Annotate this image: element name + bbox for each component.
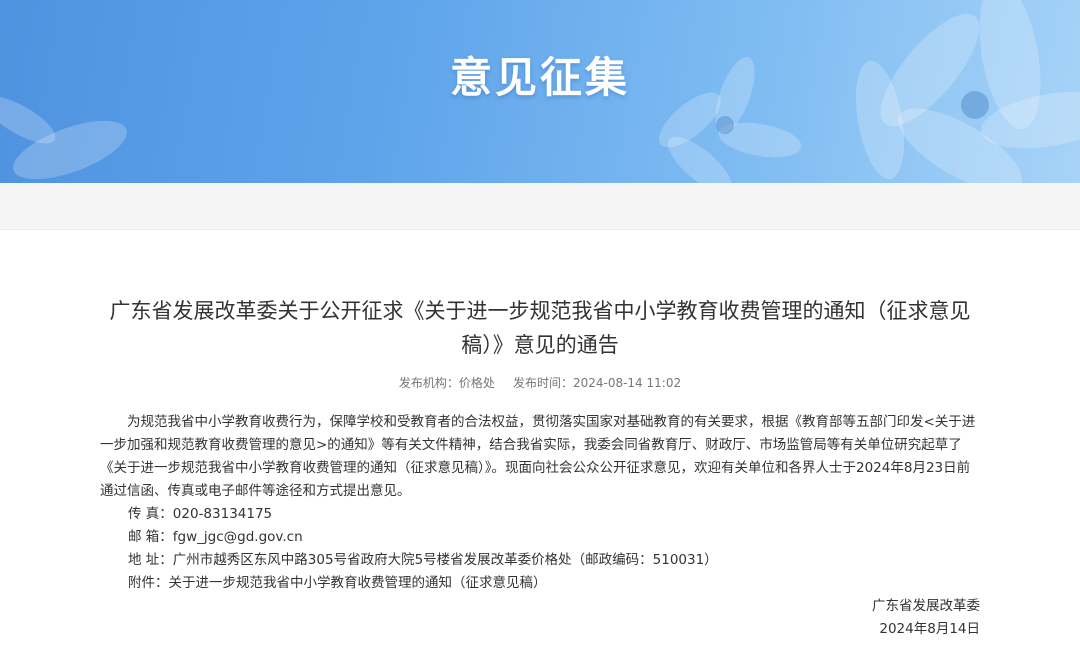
- article-body: 为规范我省中小学教育收费行为，保障学校和受教育者的合法权益，贯彻落实国家对基础教…: [100, 411, 980, 641]
- article-paragraph: 为规范我省中小学教育收费行为，保障学校和受教育者的合法权益，贯彻落实国家对基础教…: [100, 414, 976, 499]
- signature-org: 广东省发展改革委: [872, 598, 980, 614]
- article: 广东省发展改革委关于公开征求《关于进一步规范我省中小学教育收费管理的通知（征求意…: [100, 294, 980, 641]
- time-label: 发布时间：: [512, 376, 573, 390]
- signature: 广东省发展改革委 2024年8月14日: [100, 595, 980, 641]
- attachment-line[interactable]: 附件：关于进一步规范我省中小学教育收费管理的通知（征求意见稿）: [100, 572, 980, 595]
- banner: 意见征集: [0, 0, 1080, 183]
- breadcrumb-bar: [0, 183, 1080, 230]
- attachment-link[interactable]: 关于进一步规范我省中小学教育收费管理的通知（征求意见稿）: [169, 575, 547, 591]
- signature-date: 2024年8月14日: [879, 621, 980, 637]
- contact-fax: 传 真：020-83134175: [128, 506, 273, 522]
- contact-email: 邮 箱：fgw_jgc@gd.gov.cn: [128, 529, 303, 545]
- publisher-value: 价格处: [458, 376, 495, 390]
- article-title: 广东省发展改革委关于公开征求《关于进一步规范我省中小学教育收费管理的通知（征求意…: [109, 299, 971, 357]
- time-value: 2024-08-14 11:02: [572, 376, 682, 390]
- contact-address: 地 址：广州市越秀区东风中路305号省政府大院5号楼省发展改革委价格处（邮政编码…: [128, 552, 718, 568]
- article-meta: 发布机构：价格处 发布时间：2024-08-14 11:02: [100, 374, 980, 391]
- banner-title: 意见征集: [449, 53, 630, 102]
- publisher-label: 发布机构：: [398, 376, 459, 390]
